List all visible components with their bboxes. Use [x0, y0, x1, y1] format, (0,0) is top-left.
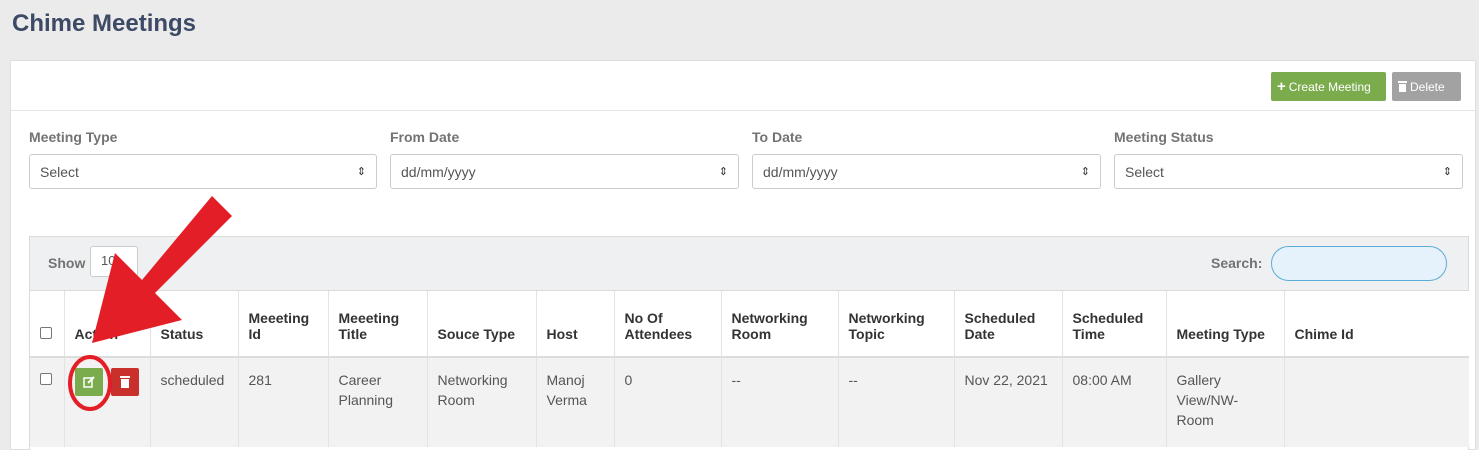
filter-label-to-date: To Date	[752, 129, 803, 145]
col-chime-id: Chime Id	[1284, 291, 1469, 358]
col-scheduled-date: Scheduled Date	[954, 291, 1063, 358]
row-status: scheduled	[150, 357, 239, 447]
col-source-type: Souce Type	[427, 291, 537, 358]
search-input[interactable]	[1271, 246, 1447, 281]
col-attendees: No Of Attendees	[614, 291, 722, 358]
select-all-header	[30, 291, 65, 358]
col-host: Host	[536, 291, 615, 358]
filter-label-meeting-type: Meeting Type	[29, 129, 118, 145]
to-date-select[interactable]: dd/mm/yyyy ⇕	[752, 154, 1101, 189]
row-networking-topic: --	[838, 357, 955, 447]
table-controls: Show 10 Search:	[30, 237, 1468, 291]
filter-label-meeting-status: Meeting Status	[1114, 129, 1214, 145]
select-arrows-icon: ⇕	[356, 166, 366, 178]
meeting-type-value: Select	[40, 163, 79, 180]
from-date-select[interactable]: dd/mm/yyyy ⇕	[390, 154, 739, 189]
delete-button[interactable]: Delete	[1392, 72, 1461, 101]
row-chime-id	[1284, 357, 1469, 447]
row-attendees: 0	[614, 357, 722, 447]
meetings-table: Action Status Meeeting Id Meeeting Title…	[30, 291, 1469, 447]
row-scheduled-date: Nov 22, 2021	[954, 357, 1063, 447]
row-source-type: Networking Room	[427, 357, 537, 447]
meeting-status-select[interactable]: Select ⇕	[1114, 154, 1463, 189]
row-select-cell	[30, 357, 65, 447]
row-meeting-id: 281	[238, 357, 329, 447]
table-row: scheduled 281 Career Planning Networking…	[30, 357, 1469, 447]
main-panel: + Create Meeting Delete Meeting Type Sel…	[10, 60, 1476, 450]
search-label: Search:	[1211, 255, 1263, 271]
col-networking-topic: Networking Topic	[838, 291, 955, 358]
page-length-select[interactable]: 10	[90, 246, 138, 277]
row-checkbox[interactable]	[40, 373, 52, 385]
row-scheduled-time: 08:00 AM	[1062, 357, 1167, 447]
row-networking-room: --	[721, 357, 839, 447]
show-label: Show	[48, 255, 86, 271]
meeting-type-select[interactable]: Select ⇕	[29, 154, 377, 189]
meeting-status-value: Select	[1125, 163, 1164, 180]
create-meeting-label: Create Meeting	[1288, 79, 1371, 94]
create-meeting-button[interactable]: + Create Meeting	[1271, 72, 1386, 101]
page-title: Chime Meetings	[12, 10, 197, 37]
select-all-checkbox[interactable]	[40, 327, 52, 339]
col-networking-room: Networking Room	[721, 291, 839, 358]
delete-row-button[interactable]	[110, 368, 139, 396]
edit-button[interactable]	[74, 368, 103, 396]
select-arrows-icon: ⇕	[1080, 166, 1090, 178]
to-date-value: dd/mm/yyyy	[763, 163, 838, 180]
plus-icon: +	[1277, 78, 1286, 95]
select-arrows-icon: ⇕	[718, 166, 728, 178]
meetings-table-container: Show 10 Search: Action Status Meeeting I…	[29, 236, 1469, 450]
from-date-value: dd/mm/yyyy	[401, 163, 476, 180]
panel-header: + Create Meeting Delete	[11, 61, 1475, 111]
row-meeting-title: Career Planning	[328, 357, 428, 447]
filter-label-from-date: From Date	[390, 129, 460, 145]
select-arrows-icon: ⇕	[1442, 166, 1452, 178]
col-meeting-type: Meeting Type	[1166, 291, 1285, 358]
edit-icon	[82, 376, 95, 388]
row-host: Manoj Verma	[536, 357, 615, 447]
trash-icon	[1398, 81, 1407, 92]
col-scheduled-time: Scheduled Time	[1062, 291, 1167, 358]
col-meeting-id: Meeeting Id	[238, 291, 329, 358]
row-action-cell	[64, 357, 151, 447]
col-status: Status	[150, 291, 239, 358]
col-meeting-title: Meeeting Title	[328, 291, 428, 358]
row-meeting-type: Gallery View/NW-Room	[1166, 357, 1285, 447]
table-header-row: Action Status Meeeting Id Meeeting Title…	[30, 291, 1469, 358]
trash-icon	[119, 376, 130, 388]
delete-label: Delete	[1410, 79, 1445, 94]
col-action: Action	[64, 291, 151, 358]
